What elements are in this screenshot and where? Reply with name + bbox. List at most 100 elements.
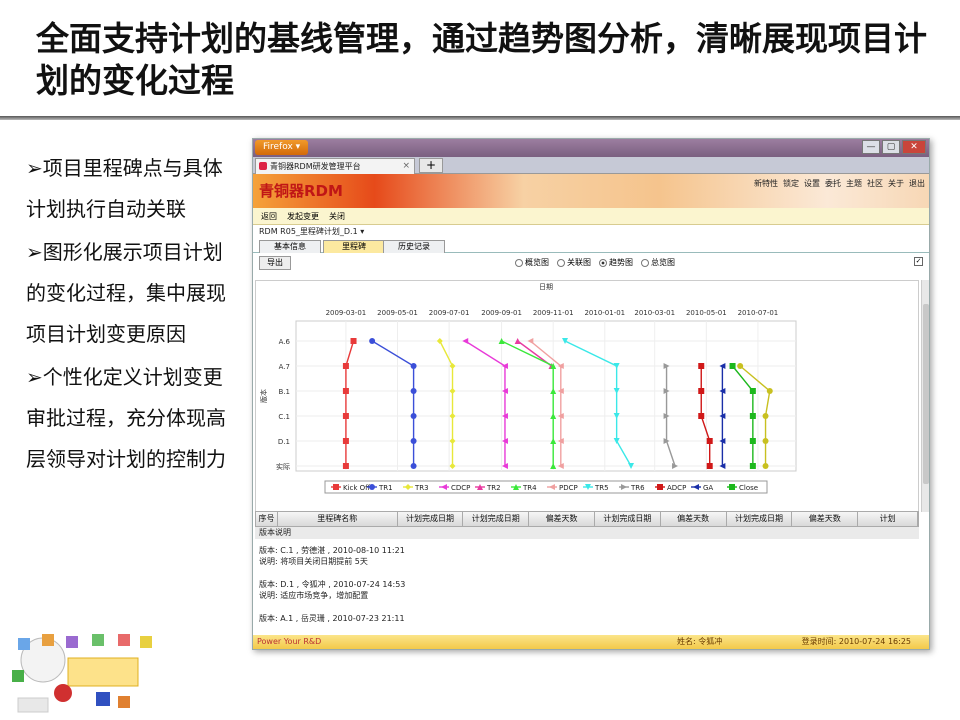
data-point	[706, 463, 713, 469]
data-point	[342, 438, 349, 444]
tab-milestones[interactable]: 里程碑	[323, 240, 385, 253]
legend-label: ADCP	[667, 484, 686, 492]
chevron-down-icon: ▾	[360, 227, 365, 236]
y-tick-label: A.7	[279, 363, 290, 371]
note-version: 版本: D.1 , 令狐冲 , 2010-07-24 14:53	[259, 580, 406, 589]
data-point	[762, 438, 769, 444]
menu-item-logout[interactable]: 退出	[909, 178, 925, 189]
initiate-change-link[interactable]: 发起变更	[287, 208, 319, 224]
vertical-scrollbar[interactable]	[921, 280, 929, 512]
column-header[interactable]: 里程碑名称	[278, 512, 398, 526]
data-point	[342, 413, 349, 419]
legend-label: CDCP	[451, 484, 470, 492]
legend-label: TR5	[594, 484, 609, 492]
bullet-item: ➢项目里程碑点与具体计划执行自动关联	[26, 156, 223, 221]
x-tick-label: 2009-11-01	[533, 309, 574, 317]
radio-trend[interactable]: 趋势图	[599, 257, 633, 268]
back-link[interactable]: 返回	[261, 208, 277, 224]
version-notes: 版本说明 版本: C.1 , 劳德湛 , 2010-08-10 11:21 说明…	[255, 527, 919, 633]
menu-item-settings[interactable]: 设置	[804, 178, 820, 189]
x-axis-label: 日期	[539, 283, 553, 291]
close-window-button[interactable]: ✕	[902, 140, 926, 154]
notes-section-title: 版本说明	[255, 527, 919, 539]
legend-label: TR1	[378, 484, 393, 492]
legend-marker	[369, 484, 375, 490]
data-point	[762, 463, 769, 469]
slide-title: 全面支持计划的基线管理，通过趋势图分析，清晰展现项目计划的变化过程	[36, 19, 927, 100]
minimize-button[interactable]: —	[862, 140, 880, 154]
bullet-list: ➢项目里程碑点与具体计划执行自动关联 ➢图形化展示项目计划的变化过程，集中展现项…	[26, 148, 241, 482]
site-favicon-icon	[259, 162, 267, 170]
data-point	[342, 363, 349, 369]
radio-relation[interactable]: 关联图	[557, 257, 591, 268]
menu-item-theme[interactable]: 主题	[846, 178, 862, 189]
note-entry: 版本: C.1 , 劳德湛 , 2010-08-10 11:21 说明: 将项目…	[255, 545, 919, 567]
data-point	[410, 363, 417, 369]
column-header[interactable]: 偏差天数	[792, 512, 859, 526]
plan-selector[interactable]: RDM R05_里程碑计划_D.1 ▾	[253, 225, 929, 239]
menu-item-delegate[interactable]: 委托	[825, 178, 841, 189]
x-tick-label: 2010-05-01	[686, 309, 727, 317]
column-header[interactable]: 计划	[858, 512, 918, 526]
maximize-button[interactable]: ▢	[882, 140, 900, 154]
close-link[interactable]: 关闭	[329, 208, 345, 224]
menu-item-new-features[interactable]: 新特性	[754, 178, 778, 189]
radio-dot	[515, 258, 523, 267]
bullet-item: ➢个性化定义计划变更审批过程，充分体现高层领导对计划的控制力	[26, 365, 226, 471]
radio-overview[interactable]: 概览图	[515, 257, 549, 268]
data-point	[706, 438, 713, 444]
x-tick-label: 2010-03-01	[634, 309, 675, 317]
data-point	[369, 338, 376, 344]
column-header[interactable]: 计划完成日期	[398, 512, 464, 526]
status-bar: Power Your R&D 姓名: 令狐冲 登录时间: 2010-07-24 …	[253, 635, 929, 649]
data-point	[698, 413, 705, 419]
sub-tabs: 基本信息 里程碑 历史记录	[253, 239, 929, 253]
browser-tab[interactable]: 青铜器RDM研发管理平台 ×	[255, 158, 415, 174]
browser-window: Firefox ▾ — ▢ ✕ 青铜器RDM研发管理平台 × + 青铜器RDM …	[252, 138, 930, 650]
top-menu: 新特性 锁定 设置 委托 主题 社区 关于 退出	[754, 178, 925, 189]
note-entry: 版本: D.1 , 令狐冲 , 2010-07-24 14:53 说明: 适应市…	[255, 579, 919, 601]
menu-item-about[interactable]: 关于	[888, 178, 904, 189]
column-header[interactable]: 计划完成日期	[595, 512, 661, 526]
column-header[interactable]: 偏差天数	[529, 512, 595, 526]
data-point	[410, 438, 417, 444]
radio-dot-checked	[599, 258, 607, 267]
data-point	[342, 463, 349, 469]
data-point	[342, 388, 349, 394]
column-header[interactable]: 计划完成日期	[727, 512, 793, 526]
radio-summary[interactable]: 总览图	[641, 257, 675, 268]
firefox-menu-button[interactable]: Firefox ▾	[255, 140, 309, 155]
trend-chart: 日期 2009-03-01 2009-05-01 2009-07-01 2009-09-…	[255, 280, 919, 512]
tab-close-icon[interactable]: ×	[402, 159, 410, 174]
app-banner: 青铜器RDM 新特性 锁定 设置 委托 主题 社区 关于 退出	[253, 174, 929, 208]
menu-item-community[interactable]: 社区	[867, 178, 883, 189]
column-header[interactable]: 偏差天数	[661, 512, 727, 526]
column-header[interactable]: 序号	[256, 512, 278, 526]
note-desc: 说明: 适应市场竞争，增加配置	[259, 591, 369, 600]
new-tab-button[interactable]: +	[419, 158, 443, 173]
plan-select-value: RDM R05_里程碑计划_D.1	[259, 227, 358, 236]
x-tick-label: 2010-01-01	[584, 309, 625, 317]
data-point	[749, 438, 756, 444]
data-point	[410, 388, 417, 394]
scrollbar-thumb[interactable]	[923, 304, 929, 484]
x-tick-label: 2009-05-01	[377, 309, 418, 317]
menu-item-lock[interactable]: 锁定	[783, 178, 799, 189]
options-checkbox[interactable]: ✓	[914, 257, 923, 266]
radio-label: 趋势图	[609, 258, 633, 267]
note-version: 版本: A.1 , 岳灵珊 , 2010-07-23 21:11	[259, 614, 405, 623]
view-mode-radios: 概览图 关联图 趋势图 总览图	[515, 257, 675, 268]
legend-label: Close	[739, 484, 758, 492]
data-point	[410, 413, 417, 419]
window-controls: — ▢ ✕	[862, 140, 926, 154]
column-header[interactable]: 计划完成日期	[463, 512, 530, 526]
legend-label: GA	[703, 484, 713, 492]
export-button[interactable]: 导出	[259, 256, 291, 270]
tab-history[interactable]: 历史记录	[383, 240, 445, 253]
status-user: 姓名: 令狐冲	[677, 637, 723, 646]
x-tick-label: 2009-09-01	[481, 309, 522, 317]
y-tick-label: D.1	[278, 438, 290, 446]
y-tick-label: 实际	[276, 462, 290, 471]
tab-basic-info[interactable]: 基本信息	[259, 240, 321, 253]
legend-marker	[333, 484, 339, 490]
